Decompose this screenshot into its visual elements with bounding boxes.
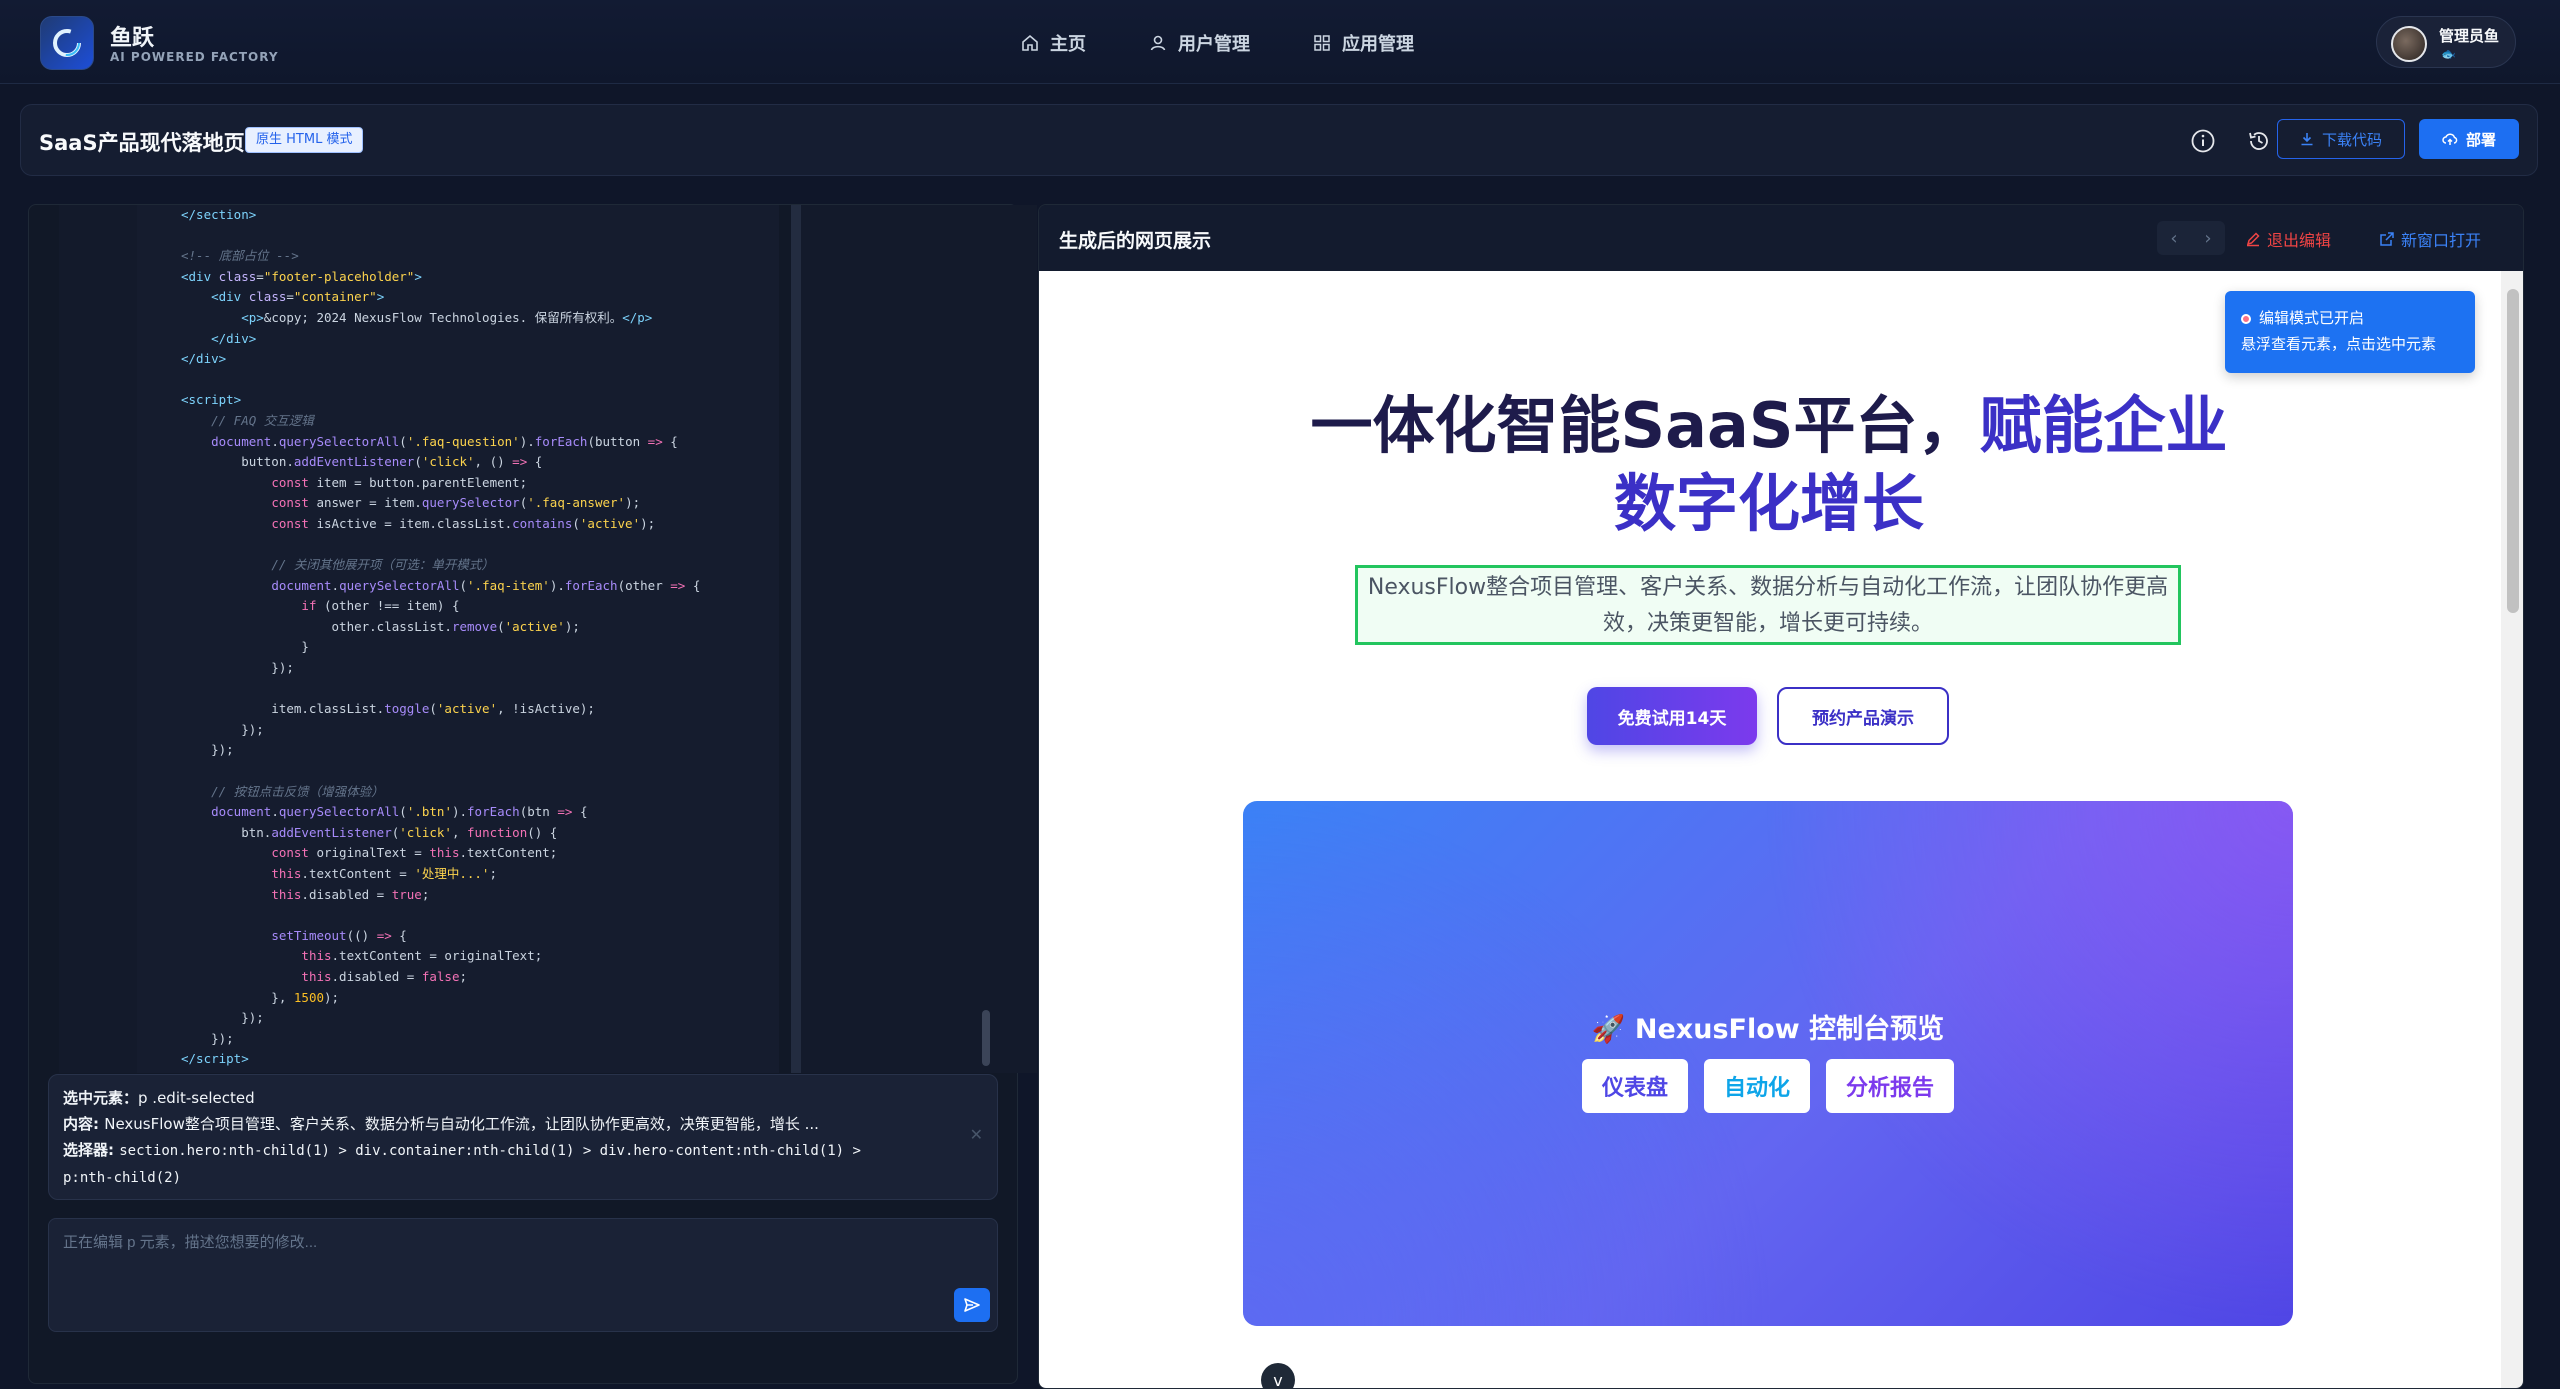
free-trial-button[interactable]: 免费试用14天 (1587, 687, 1757, 745)
user-icon (1150, 35, 1166, 51)
hero-title-part1: 一体化智能SaaS平台， (1310, 389, 1980, 462)
selection-element-value: p .edit-selected (138, 1089, 255, 1107)
selection-element-label: 选中元素： (63, 1089, 139, 1107)
nav-item-home[interactable]: 主页 (1020, 26, 1086, 60)
preview-header: 生成后的网页展示 ‹ › 退出编辑 新窗口打开 (1039, 205, 2523, 271)
preview-scrollbar-thumb[interactable] (2507, 289, 2519, 613)
exit-edit-label: 退出编辑 (2267, 231, 2332, 250)
book-demo-button[interactable]: 预约产品演示 (1777, 687, 1949, 745)
grid-icon (1314, 35, 1330, 51)
chevron-right-icon[interactable]: › (2204, 228, 2211, 249)
history-icon (2249, 132, 2268, 150)
selection-element-row: 选中元素：p .edit-selected (63, 1085, 983, 1111)
hero-title-accent: 赋能企业 (1979, 389, 2228, 462)
tab-dashboard[interactable]: 仪表盘 (1581, 1059, 1688, 1113)
code-minimap (791, 205, 1037, 1073)
dashboard-preview-title: 🚀 NexusFlow 控制台预览 (1591, 1014, 1945, 1045)
nav-item-label: 主页 (1050, 34, 1086, 55)
nav-item-label: 应用管理 (1342, 34, 1414, 55)
status-dot-icon (2241, 314, 2251, 324)
hero-description-selected[interactable]: NexusFlow整合项目管理、客户关系、数据分析与自动化工作流，让团队协作更高… (1355, 565, 2181, 645)
scroll-down-button[interactable]: v (1261, 1363, 1295, 1389)
edit-prompt-box (48, 1218, 998, 1332)
pencil-icon (2246, 232, 2260, 247)
nav-item-users[interactable]: 用户管理 (1148, 26, 1250, 60)
close-icon[interactable]: ✕ (970, 1125, 983, 1144)
preview-scrollbar[interactable] (2501, 271, 2523, 1388)
code-content: </section> <!-- 底部占位 --> <div class="foo… (181, 207, 701, 1073)
top-navbar: 鱼跃 AI POWERED FACTORY 主页 用户管理 应用管理 管理员鱼 … (0, 0, 2560, 84)
deploy-button[interactable]: 部署 (2419, 119, 2519, 159)
download-code-label: 下载代码 (2321, 130, 2382, 149)
selection-content-label: 内容: (63, 1115, 105, 1133)
project-title: SaaS产品现代落地页 (39, 131, 245, 155)
toast-line-2: 悬浮查看元素，点击选中元素 (2241, 335, 2437, 353)
chevron-left-icon[interactable]: ‹ (2170, 228, 2177, 249)
open-new-window-button[interactable]: 新窗口打开 (2379, 227, 2481, 251)
preview-history-nav: ‹ › (2157, 221, 2225, 255)
editor-scrollbar[interactable] (982, 1010, 990, 1066)
code-editor[interactable]: </section> <!-- 底部占位 --> <div class="foo… (59, 205, 779, 1073)
send-icon (964, 1298, 980, 1312)
cloud-upload-icon (2442, 133, 2458, 145)
user-menu[interactable]: 管理员鱼 🐟 (2376, 16, 2516, 68)
selection-content-row: 内容: NexusFlow整合项目管理、客户关系、数据分析与自动化工作流，让团队… (63, 1111, 983, 1137)
tab-analytics[interactable]: 分析报告 (1826, 1059, 1955, 1113)
home-icon (1022, 34, 1038, 51)
logo-icon[interactable] (40, 16, 94, 70)
info-button[interactable] (2187, 125, 2219, 157)
download-code-button[interactable]: 下载代码 (2277, 119, 2405, 159)
edit-prompt-input[interactable] (49, 1219, 997, 1331)
selection-selector-value-2: p:nth-child(2) (63, 1170, 182, 1186)
selection-selector-row-2: p:nth-child(2) (63, 1164, 983, 1191)
avatar (2391, 26, 2427, 62)
info-icon (2191, 129, 2215, 153)
selection-selector-value: section.hero:nth-child(1) > div.containe… (119, 1143, 861, 1159)
open-new-window-label: 新窗口打开 (2401, 231, 2482, 250)
nav-item-label: 用户管理 (1178, 34, 1250, 55)
dashboard-preview-tabs: 仪表盘 自动化 分析报告 (1243, 1059, 2293, 1113)
preview-frame[interactable]: 编辑模式已开启 悬浮查看元素，点击选中元素 一体化智能SaaS平台，赋能企业 数… (1039, 271, 2501, 1389)
toast-line-1: 编辑模式已开启 (2241, 305, 2459, 331)
code-editor-panel: </section> <!-- 底部占位 --> <div class="foo… (28, 204, 1037, 1384)
code-gutter (59, 205, 137, 1073)
send-button[interactable] (954, 1288, 990, 1322)
toast-line-1-text: 编辑模式已开启 (2259, 309, 2365, 327)
chevron-down-icon: v (1273, 1370, 1283, 1389)
deploy-label: 部署 (2465, 130, 2496, 149)
app-title: 鱼跃 (110, 26, 155, 51)
hero-title[interactable]: 一体化智能SaaS平台，赋能企业 数字化增长 (1209, 387, 2329, 543)
download-icon (2301, 133, 2313, 146)
preview-panel: 生成后的网页展示 ‹ › 退出编辑 新窗口打开 编辑模式已开启 悬浮查看元素，点… (1038, 204, 2524, 1389)
mode-badge: 原生 HTML 模式 (245, 127, 364, 153)
app-subtitle: AI POWERED FACTORY (110, 50, 279, 64)
user-name: 管理员鱼 (2439, 27, 2500, 45)
main-nav: 主页 用户管理 应用管理 (1020, 26, 1476, 60)
selection-selector-row: 选择器: section.hero:nth-child(1) > div.con… (63, 1137, 983, 1164)
tab-automation[interactable]: 自动化 (1703, 1059, 1810, 1113)
edit-mode-toast: 编辑模式已开启 悬浮查看元素，点击选中元素 (2225, 291, 2475, 373)
hero-title-part2: 数字化增长 (1613, 467, 1924, 540)
nav-item-apps[interactable]: 应用管理 (1312, 26, 1414, 60)
selection-selector-label: 选择器: (63, 1141, 120, 1159)
history-button[interactable] (2243, 125, 2275, 157)
project-header: SaaS产品现代落地页 原生 HTML 模式 下载代码 部署 (20, 104, 2538, 176)
user-badge: 🐟 (2441, 47, 2456, 61)
exit-edit-button[interactable]: 退出编辑 (2245, 227, 2331, 251)
selection-content-value: NexusFlow整合项目管理、客户关系、数据分析与自动化工作流，让团队协作更高… (104, 1115, 819, 1133)
preview-title: 生成后的网页展示 (1059, 230, 1212, 252)
dashboard-preview-card[interactable]: 🚀 NexusFlow 控制台预览 仪表盘 自动化 分析报告 (1243, 801, 2293, 1326)
selected-element-info: 选中元素：p .edit-selected 内容: NexusFlow整合项目管… (48, 1074, 998, 1200)
external-link-icon (2380, 232, 2394, 246)
